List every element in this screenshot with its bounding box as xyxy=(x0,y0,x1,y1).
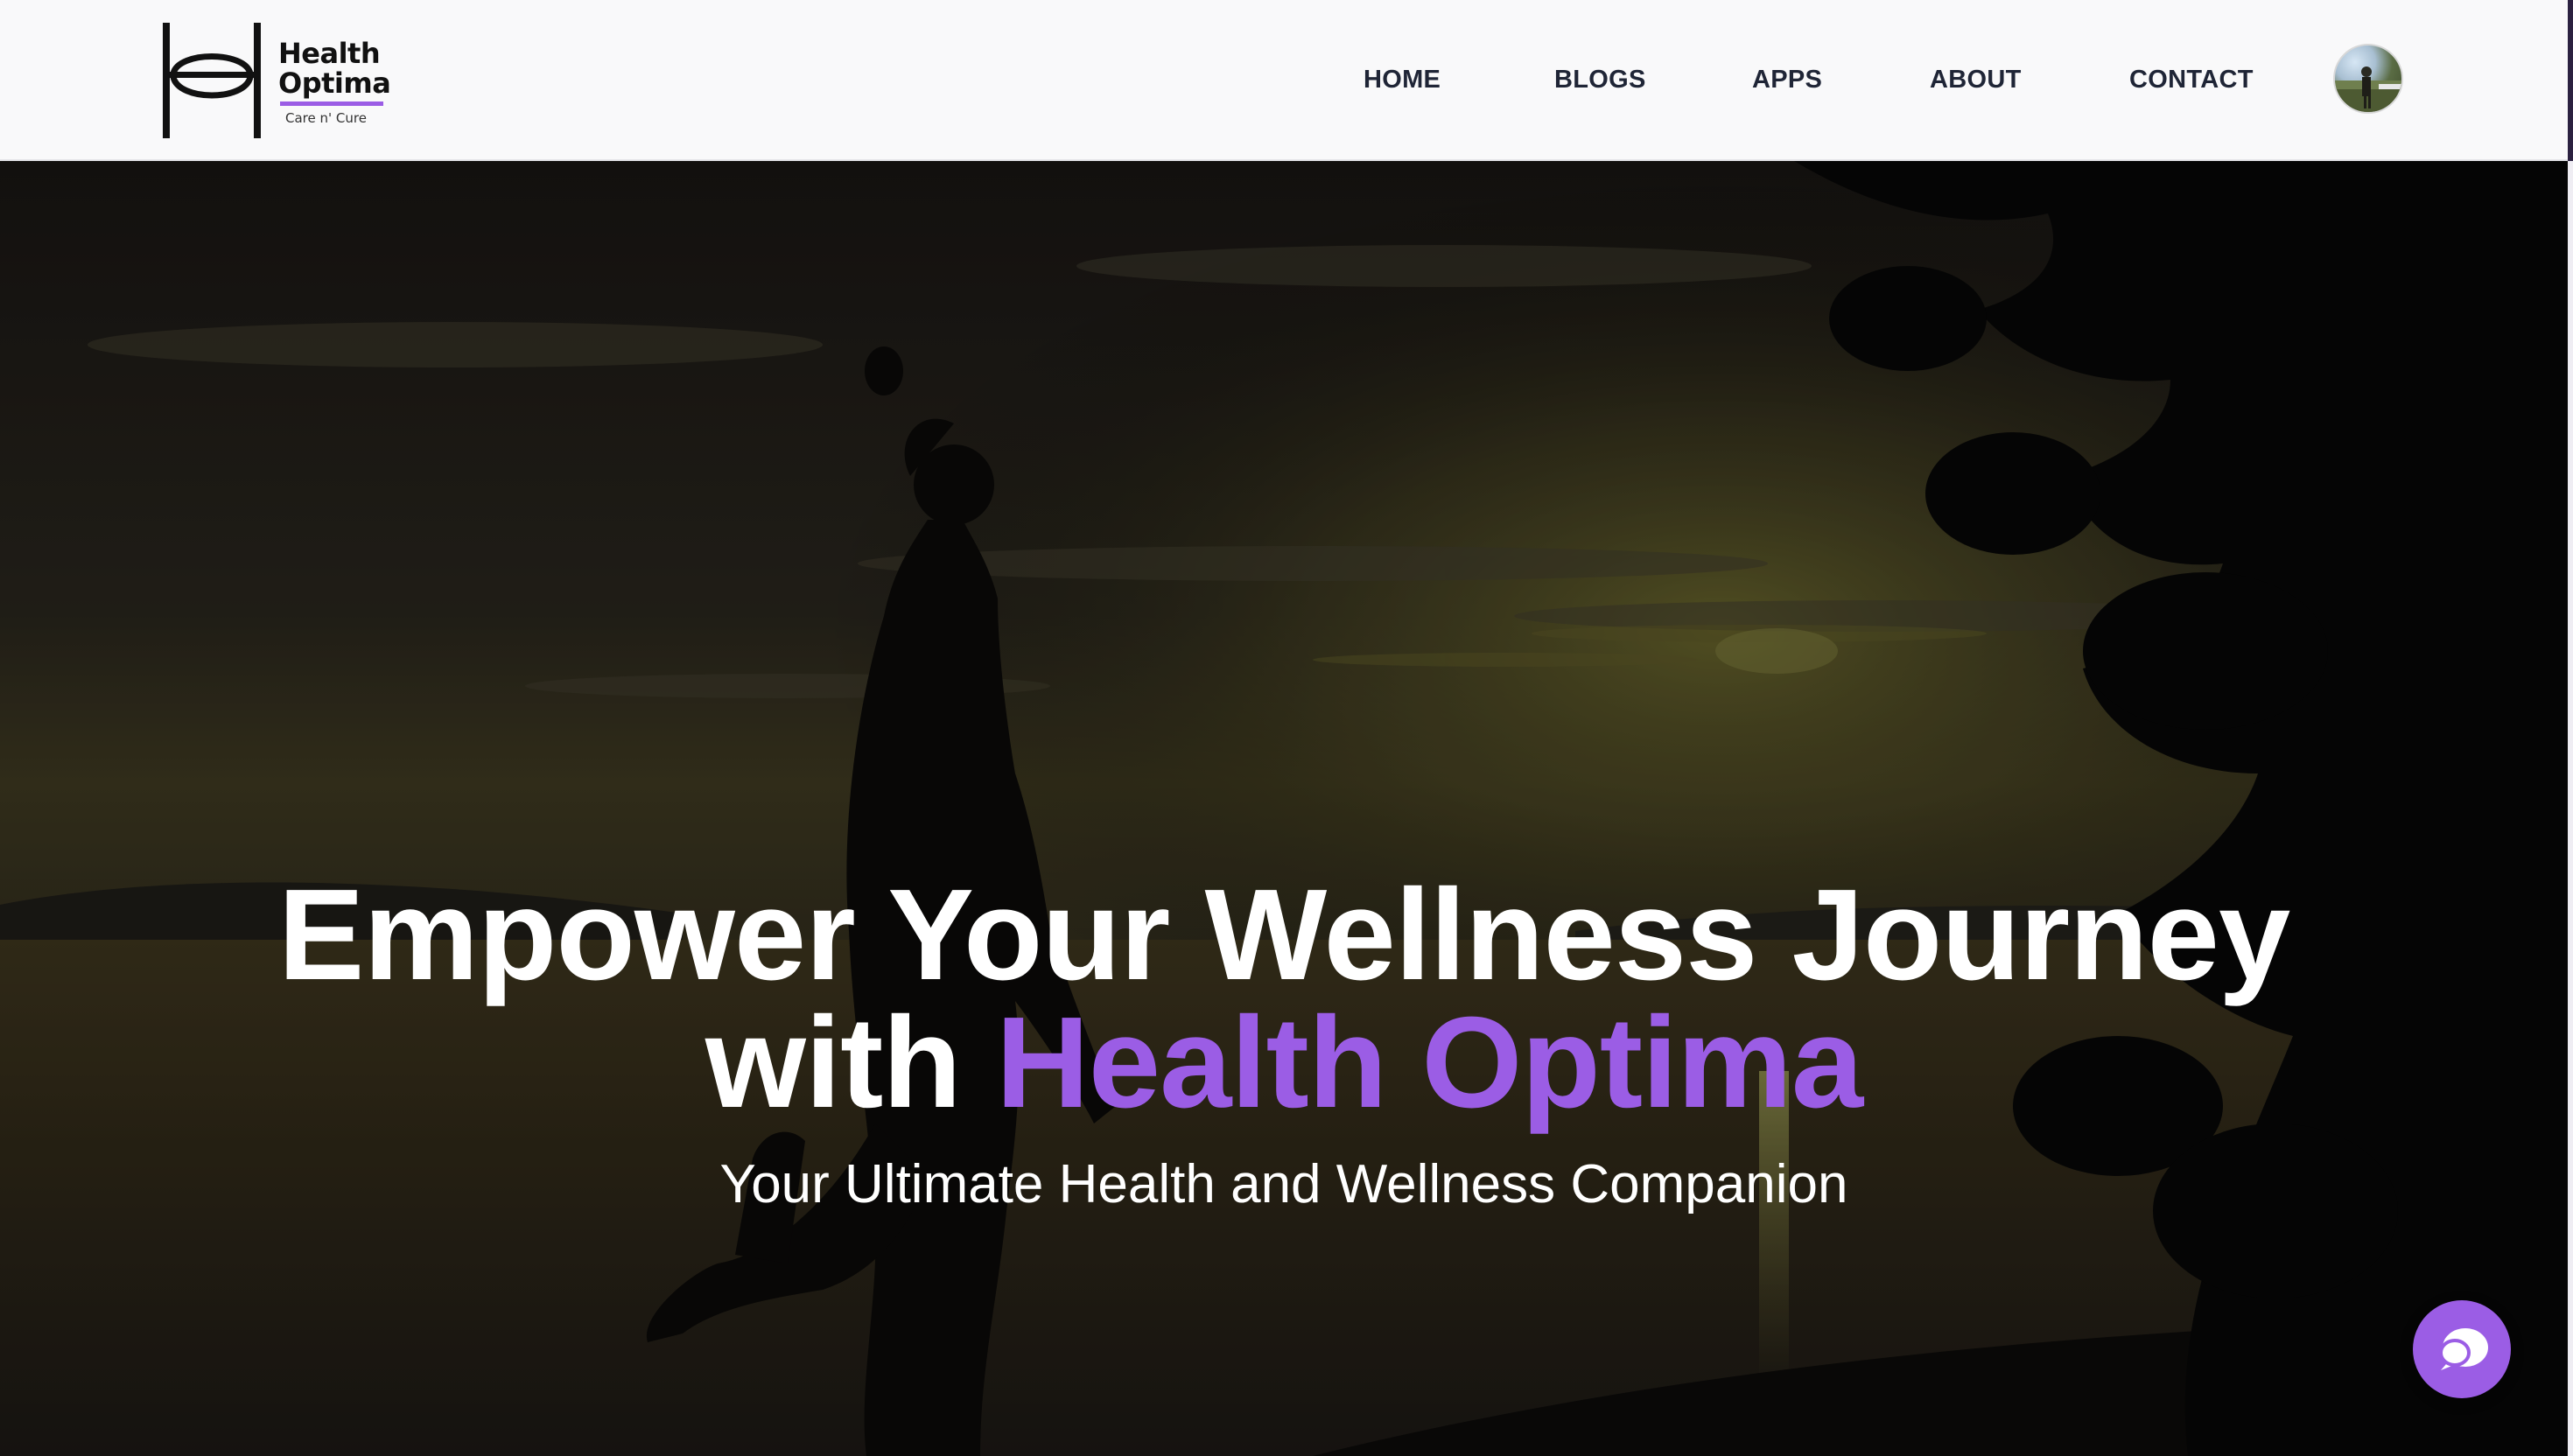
hero-title-brand: Health Optima xyxy=(995,990,1863,1135)
nav-home[interactable]: HOME xyxy=(1364,60,1441,100)
scrollbar-thumb[interactable] xyxy=(2568,0,2573,161)
hero-section: Empower Your Wellness Journey with Healt… xyxy=(0,161,2568,1456)
page-scrollbar[interactable] xyxy=(2568,0,2573,1456)
user-avatar[interactable] xyxy=(2333,44,2403,114)
nav-apps[interactable]: APPS xyxy=(1752,60,1822,100)
hero-title-prefix: with xyxy=(705,990,996,1135)
nav-contact[interactable]: CONTACT xyxy=(2129,60,2254,100)
avatar-photo-icon xyxy=(2335,66,2401,112)
brand-underline xyxy=(280,102,383,106)
chat-button[interactable] xyxy=(2413,1300,2511,1398)
hero-background-image xyxy=(0,161,2568,1456)
hero-title-line1: Empower Your Wellness Journey xyxy=(277,863,2291,1007)
hero-subtitle: Your Ultimate Health and Wellness Compan… xyxy=(719,1154,1848,1214)
nav-about[interactable]: ABOUT xyxy=(1930,60,2022,100)
brand-tagline: Care n' Cure xyxy=(285,110,367,126)
brand-logo[interactable]: Health Optima Care n' Cure xyxy=(163,23,391,140)
chat-bubble-icon xyxy=(2439,1328,2488,1370)
hero-title: Empower Your Wellness Journey with Healt… xyxy=(0,871,2568,1128)
brand-name: Health Optima xyxy=(278,37,391,100)
logo-mark-icon xyxy=(163,23,261,138)
site-header: Health Optima Care n' Cure HOME BLOGS AP… xyxy=(0,0,2568,161)
nav-blogs[interactable]: BLOGS xyxy=(1554,60,1646,100)
